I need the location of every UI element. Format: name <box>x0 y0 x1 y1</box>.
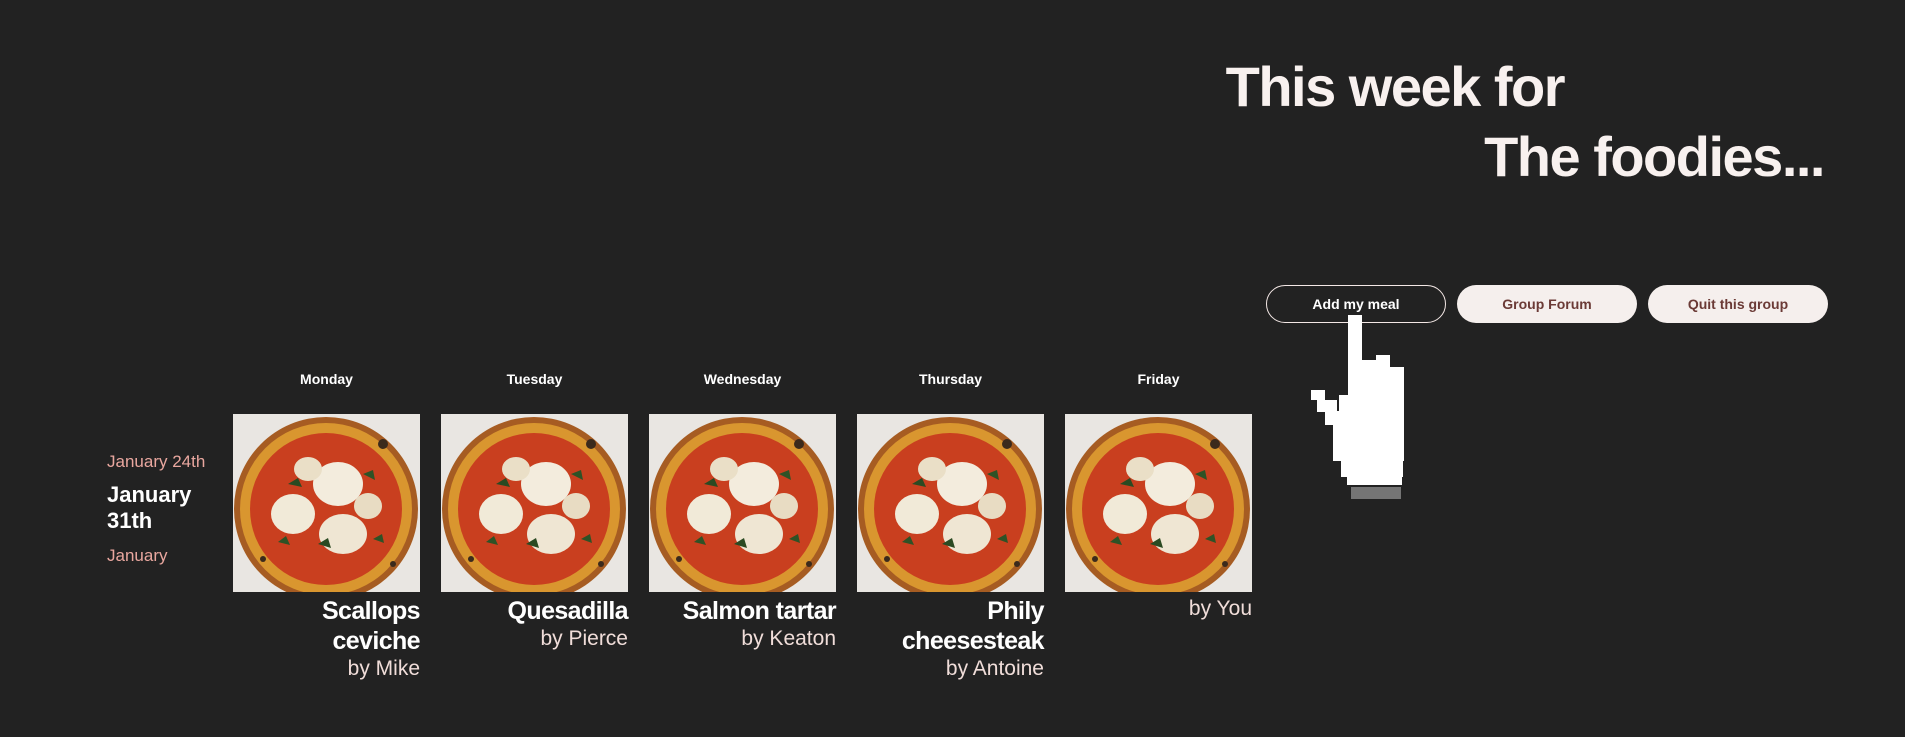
day-label: Tuesday <box>506 371 563 387</box>
meal-image[interactable] <box>233 414 420 592</box>
day-label: Monday <box>300 371 353 387</box>
day-column-wednesday: Wednesday Salmon tartar by Keaton <box>649 370 837 682</box>
next-week[interactable]: January <box>107 546 207 566</box>
day-column-friday: Friday by You <box>1065 370 1252 682</box>
meal-author: by Mike <box>347 657 420 680</box>
meal-name: Salmon tartar <box>682 597 837 625</box>
meal-author: by Pierce <box>540 627 628 650</box>
meal-image[interactable] <box>1065 414 1252 592</box>
meal-image[interactable] <box>857 414 1044 592</box>
day-label: Wednesday <box>703 371 782 387</box>
meal-name: Quesadilla <box>507 597 629 625</box>
day-column-monday: Monday Scallops ceviche by Mike <box>233 370 421 682</box>
meal-author: by Keaton <box>741 627 836 650</box>
pointer-hand-icon <box>1311 315 1404 499</box>
quit-group-button[interactable]: Quit this group <box>1648 285 1828 323</box>
meal-name: Scallops ceviche <box>321 597 421 655</box>
title-line-1: This week for <box>1225 55 1566 118</box>
previous-week[interactable]: January 24th <box>107 452 207 472</box>
page-title: This week for The foodies... <box>1225 52 1826 192</box>
current-week: January 31th <box>107 482 192 533</box>
title-line-2: The foodies... <box>1484 125 1825 188</box>
day-label: Friday <box>1137 371 1180 387</box>
week-meals: Monday Scallops ceviche by Mike Tuesday … <box>233 370 1252 682</box>
meal-image[interactable] <box>649 414 836 592</box>
group-forum-button[interactable]: Group Forum <box>1457 285 1637 323</box>
week-selector: January 24th January 31th January <box>107 452 207 566</box>
meal-image[interactable] <box>441 414 628 592</box>
meal-author: by You <box>1188 597 1252 620</box>
day-column-thursday: Thursday Phily cheesesteak by Antoine <box>857 370 1045 682</box>
meal-name: Phily cheesesteak <box>901 597 1045 655</box>
meal-author: by Antoine <box>945 657 1044 680</box>
day-label: Thursday <box>918 371 982 387</box>
day-column-tuesday: Tuesday Quesadilla by Pierce <box>441 370 629 682</box>
